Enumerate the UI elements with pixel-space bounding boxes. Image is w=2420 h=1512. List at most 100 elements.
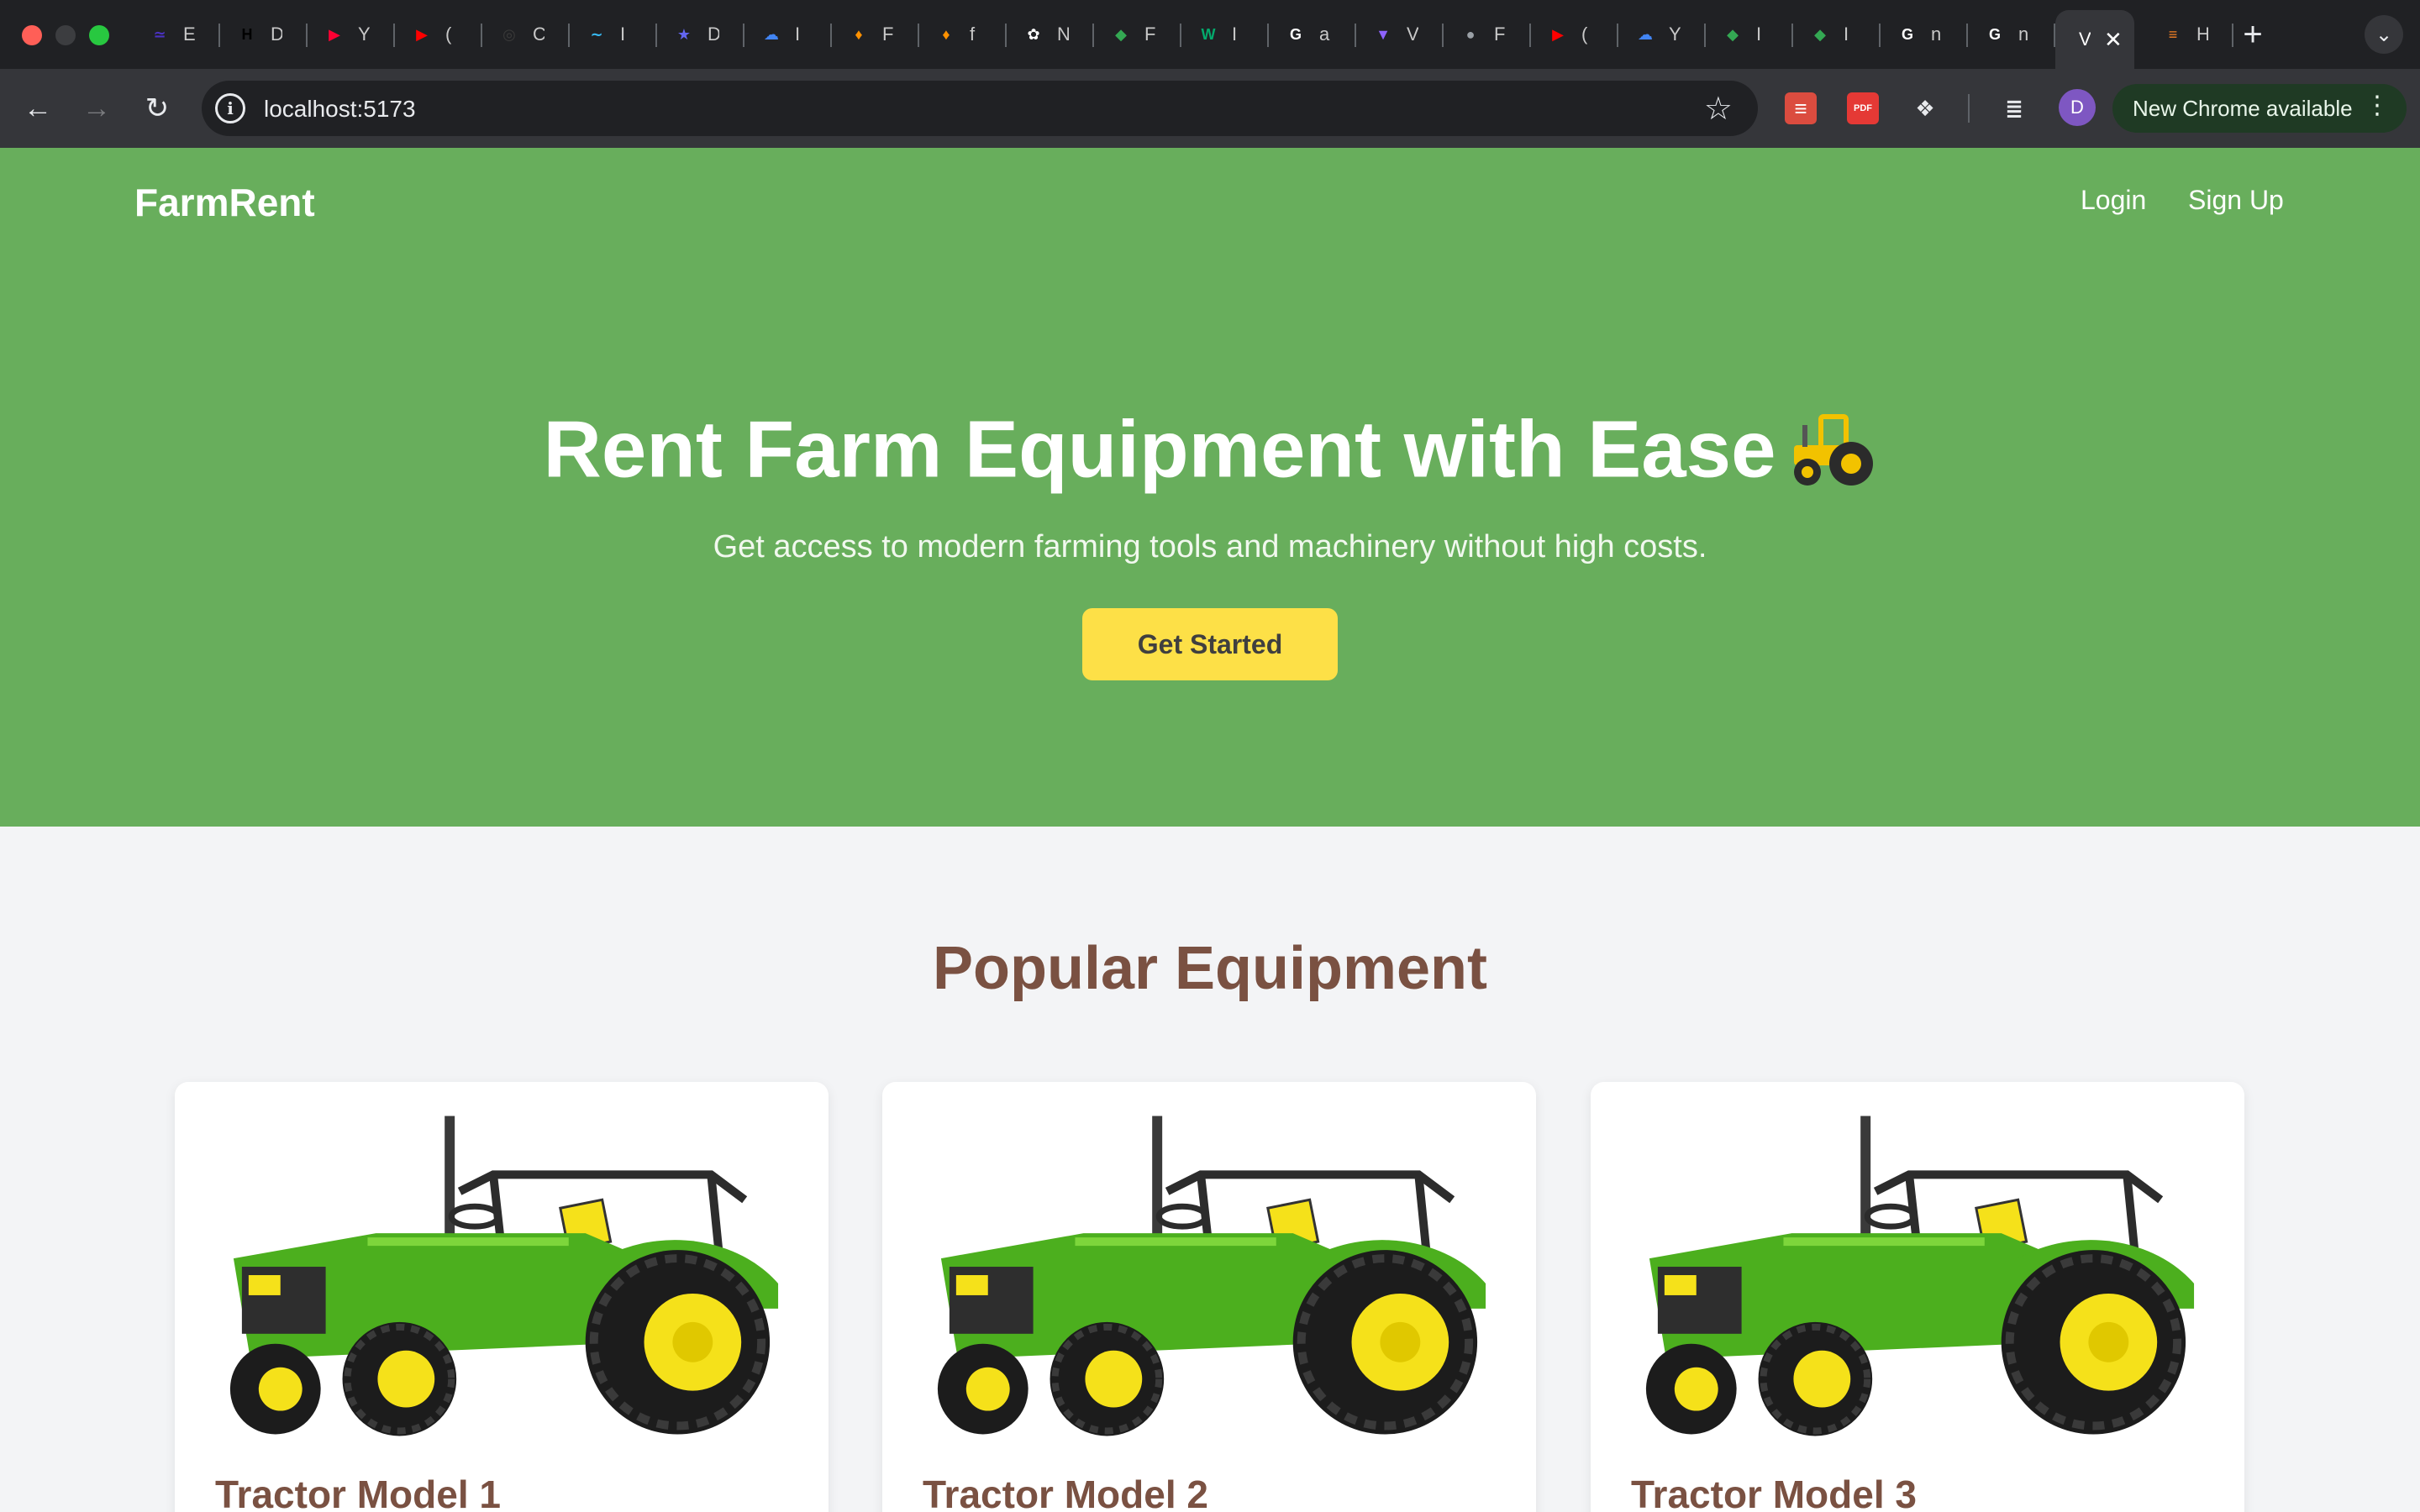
browser-tab[interactable]: ▼ V	[1356, 13, 1444, 55]
firebase-icon: ♦	[942, 25, 950, 43]
circle-logo-icon: ◎	[502, 25, 516, 43]
url-text[interactable]: localhost:5173	[264, 96, 416, 123]
address-bar[interactable]: i localhost:5173 ☆	[202, 81, 1758, 136]
get-started-button[interactable]: Get Started	[1082, 608, 1338, 680]
youtube-music-icon: ▶	[329, 25, 340, 43]
browser-tab[interactable]: ● F	[1444, 13, 1531, 55]
tab-title: n	[1931, 24, 1942, 45]
login-link[interactable]: Login	[2081, 185, 2146, 216]
puzzle-extensions-icon[interactable]: ❖	[1909, 92, 1941, 124]
tractor-emoji-icon	[1789, 408, 1876, 502]
browser-tab[interactable]: ☁ Y	[1618, 13, 1706, 55]
tab-title: F	[1494, 24, 1506, 45]
tab-title: Y	[358, 24, 370, 45]
openai-icon: ✿	[1027, 25, 1040, 43]
browser-tab[interactable]: Gn	[1968, 13, 2055, 55]
forward-button[interactable]: →	[76, 87, 118, 129]
tab-title: F	[1144, 24, 1156, 45]
equipment-card[interactable]: Tractor Model 2	[882, 1082, 1536, 1512]
tab-title: f	[970, 24, 976, 45]
browser-tab[interactable]: ◆ I	[1706, 13, 1793, 55]
browser-toolbar: ← → ↻ i localhost:5173 ☆ ≡ PDF ❖ ≣ D New Ch…	[0, 69, 2420, 148]
browser-tab[interactable]: ≡ H	[2146, 13, 2233, 55]
browser-tab[interactable]: HD	[220, 13, 308, 55]
browser-tab[interactable]: ◆ I	[1793, 13, 1881, 55]
zoom-window-button[interactable]	[89, 25, 109, 45]
brand-logo[interactable]: FarmRent	[134, 180, 315, 225]
tab-title: (	[1581, 24, 1588, 45]
tab-title: V	[2079, 29, 2091, 50]
back-button[interactable]: ←	[17, 87, 59, 129]
tab-search-button[interactable]: ⌄	[2365, 15, 2403, 54]
google-icon: G	[1901, 25, 1913, 43]
browser-tab[interactable]: Ga	[1269, 13, 1356, 55]
equipment-name: Tractor Model 2	[923, 1473, 1208, 1512]
hero-title: Rent Farm Equipment with Ease	[0, 408, 2420, 502]
site-info-icon[interactable]: i	[215, 93, 245, 123]
close-window-button[interactable]	[22, 25, 42, 45]
globe-icon: ●	[1465, 25, 1476, 43]
eslint-icon: ≃	[153, 25, 166, 43]
hackernoon-icon: H	[241, 25, 253, 43]
hero-subtitle: Get access to modern farming tools and m…	[713, 529, 1707, 564]
equipment-card[interactable]: Tractor Model 1	[175, 1082, 829, 1512]
browser-tab[interactable]: ★ D	[657, 13, 744, 55]
tab-title: n	[2018, 24, 2029, 45]
hero-title-text: Rent Farm Equipment with Ease	[543, 404, 1776, 495]
signup-link[interactable]: Sign Up	[2188, 185, 2284, 216]
map-app-icon: ◆	[1814, 25, 1826, 43]
reload-button[interactable]: ↻	[136, 87, 178, 129]
tab-title: I	[795, 24, 801, 45]
google-cloud-icon: ☁	[1638, 25, 1653, 43]
google-icon: G	[1289, 25, 1302, 43]
browser-tab-active[interactable]: V ✕	[2055, 10, 2134, 69]
menu-dots-icon[interactable]: ⋮	[2365, 91, 2390, 120]
tab-title: I	[1232, 24, 1238, 45]
media-queue-icon[interactable]: ≣	[1998, 92, 2030, 124]
vite-icon: ▼	[1376, 25, 1391, 43]
tractor-image	[937, 1116, 1486, 1436]
browser-tab[interactable]: ▶ Y	[308, 13, 395, 55]
todoist-icon[interactable]: ≡	[1785, 92, 1817, 124]
tab-title: I	[1844, 24, 1849, 45]
browser-tab[interactable]: ▶(	[395, 13, 482, 55]
tab-title: F	[882, 24, 894, 45]
update-label: New Chrome available	[2133, 95, 2353, 121]
close-tab-icon[interactable]: ✕	[2104, 27, 2123, 53]
browser-tab[interactable]: ≃ E	[133, 13, 220, 55]
google-cloud-icon: ☁	[764, 25, 779, 43]
browser-tab[interactable]: ∼ I	[570, 13, 657, 55]
browser-tab[interactable]: WI	[1181, 13, 1269, 55]
section-title: Popular Equipment	[932, 935, 1488, 1002]
hero-section: FarmRent Login Sign Up Rent Farm Equipme…	[0, 148, 2420, 827]
profile-avatar[interactable]: D	[2059, 89, 2096, 126]
browser-tab[interactable]: ◎ C	[482, 13, 570, 55]
chrome-update-button[interactable]: New Chrome available ⋮	[2112, 84, 2407, 133]
map-app-icon: ◆	[1727, 25, 1739, 43]
tab-title: I	[1756, 24, 1762, 45]
browser-tab[interactable]: ♦ F	[832, 13, 919, 55]
minimize-window-button[interactable]	[55, 25, 76, 45]
browser-tab[interactable]: ☁ I	[744, 13, 832, 55]
equipment-card[interactable]: Tractor Model 3	[1591, 1082, 2244, 1512]
browser-tab[interactable]: ✿ N	[1007, 13, 1094, 55]
equipment-name: Tractor Model 3	[1631, 1473, 1917, 1512]
new-tab-button[interactable]: +	[2233, 15, 2272, 54]
youtube-icon: ▶	[416, 25, 428, 43]
browser-tab[interactable]: Gn	[1881, 13, 1968, 55]
tailwind-icon: ∼	[590, 25, 603, 43]
stackoverflow-icon: ≡	[2168, 25, 2178, 43]
tab-title: E	[183, 24, 195, 45]
bookmark-star-icon[interactable]: ☆	[1704, 90, 1733, 128]
map-app-icon: ◆	[1115, 25, 1127, 43]
toolbar-divider	[1968, 94, 1970, 123]
tab-title: C	[533, 24, 544, 45]
tab-title: H	[2196, 24, 2208, 45]
browser-tab[interactable]: ▶(	[1531, 13, 1618, 55]
browser-tab[interactable]: ◆ F	[1094, 13, 1181, 55]
tab-title: D	[708, 24, 719, 45]
tab-title: D	[271, 24, 282, 45]
equipment-name: Tractor Model 1	[215, 1473, 501, 1512]
browser-tab[interactable]: ♦ f	[919, 13, 1007, 55]
pdf-icon[interactable]: PDF	[1847, 92, 1879, 124]
